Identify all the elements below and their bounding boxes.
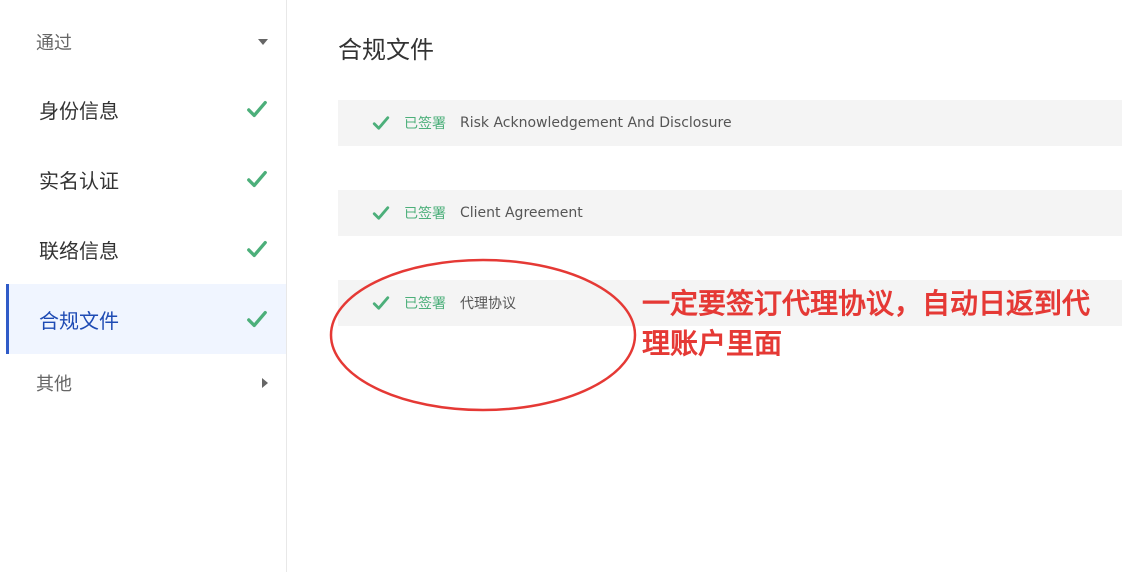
document-name: Client Agreement [460, 205, 583, 221]
sidebar-item-label: 联络信息 [39, 238, 119, 263]
sidebar-item-label: 实名认证 [39, 168, 119, 193]
annotation-note: 一定要签订代理协议，自动日返到代理账户里面 [642, 287, 1091, 360]
caret-right-icon [262, 378, 268, 388]
check-icon [247, 170, 267, 188]
check-icon [247, 240, 267, 258]
page: 通过 身份信息 实名认证 联络信息 合规文件 其他 合规文件 已签署 Risk … [0, 0, 1122, 572]
nav-group-approved-label: 通过 [36, 33, 72, 54]
check-icon [247, 310, 267, 328]
check-icon [247, 100, 267, 118]
document-name: Risk Acknowledgement And Disclosure [460, 115, 732, 131]
page-title: 合规文件 [338, 36, 434, 64]
document-status: 已签署 [404, 206, 446, 222]
document-row[interactable]: 已签署 Client Agreement [338, 190, 1122, 236]
caret-down-icon [258, 39, 268, 45]
nav-group-other-label: 其他 [36, 374, 72, 395]
sidebar-item-label: 身份信息 [39, 98, 119, 123]
check-icon [372, 116, 390, 130]
document-row[interactable]: 已签署 Risk Acknowledgement And Disclosure [338, 100, 1122, 146]
sidebar-item-real-name[interactable]: 实名认证 [6, 144, 286, 214]
sidebar-item-identity[interactable]: 身份信息 [6, 74, 286, 144]
sidebar-item-contact[interactable]: 联络信息 [6, 214, 286, 284]
sidebar-item-compliance[interactable]: 合规文件 [6, 284, 286, 354]
annotation-ellipse [329, 258, 637, 412]
sidebar-item-label: 合规文件 [39, 308, 119, 333]
nav-group-other[interactable]: 其他 [36, 363, 272, 403]
document-status: 已签署 [404, 116, 446, 132]
sidebar: 通过 身份信息 实名认证 联络信息 合规文件 其他 [0, 0, 287, 572]
check-icon [372, 206, 390, 220]
nav-group-approved[interactable]: 通过 [36, 22, 272, 62]
